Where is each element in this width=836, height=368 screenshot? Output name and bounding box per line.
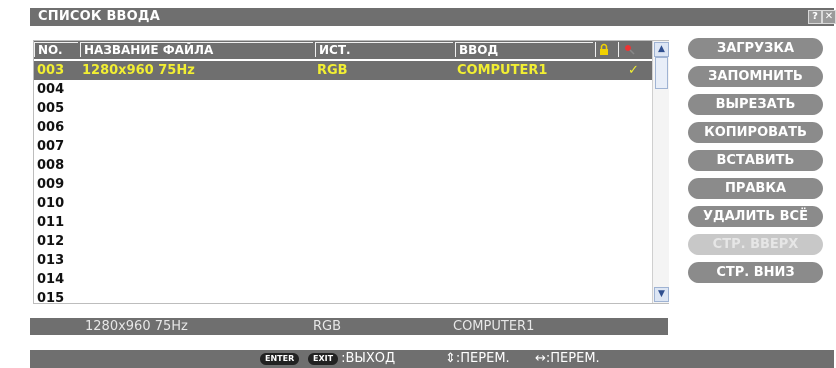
delete-all-button[interactable]: УДАЛИТЬ ВСЁ xyxy=(688,206,823,227)
table-row[interactable]: 007 xyxy=(34,137,652,156)
row-file-name: 1280x960 75Hz xyxy=(82,63,195,78)
exit-hint: :ВЫХОД xyxy=(341,351,396,366)
row-number: 010 xyxy=(37,196,65,211)
table-row[interactable]: 008 xyxy=(34,156,652,175)
scroll-thumb[interactable] xyxy=(655,57,668,89)
table-row[interactable]: 010 xyxy=(34,194,652,213)
status-bar: 1280x960 75Hz RGB COMPUTER1 xyxy=(30,318,668,335)
row-number: 008 xyxy=(37,158,65,173)
move-vertical-hint: ⇕:ПЕРЕМ. xyxy=(445,351,510,366)
help-icon[interactable]: ? xyxy=(808,10,822,24)
table-row[interactable]: 011 xyxy=(34,213,652,232)
header-source[interactable]: ИСТ. xyxy=(315,42,453,57)
row-number: 011 xyxy=(37,215,65,230)
row-source: RGB xyxy=(317,63,348,78)
title-bar: СПИСОК ВВОДА ? ✕ xyxy=(30,8,836,26)
row-number: 007 xyxy=(37,139,65,154)
table-row[interactable]: 005 xyxy=(34,99,652,118)
check-icon: ✓ xyxy=(628,63,639,78)
table-row[interactable]: 015 xyxy=(34,289,652,308)
paste-button[interactable]: ВСТАВИТЬ xyxy=(688,150,823,171)
save-button[interactable]: ЗАПОМНИТЬ xyxy=(688,66,823,87)
row-number: 004 xyxy=(37,82,65,97)
move-horizontal-hint: ↔:ПЕРЕМ. xyxy=(535,351,600,366)
help-footer: ENTER EXIT:ВЫХОД ⇕:ПЕРЕМ. ↔:ПЕРЕМ. xyxy=(30,350,834,368)
lock-icon[interactable] xyxy=(595,42,611,57)
window-title: СПИСОК ВВОДА xyxy=(38,9,160,24)
page-up-button[interactable]: СТР. ВВЕРХ xyxy=(688,234,823,255)
status-source: RGB xyxy=(313,319,342,334)
cut-button[interactable]: ВЫРЕЗАТЬ xyxy=(688,94,823,115)
copy-button[interactable]: КОПИРОВАТЬ xyxy=(688,122,823,143)
scrollbar[interactable]: ▲ ▼ xyxy=(652,41,669,303)
table-row[interactable]: 009 xyxy=(34,175,652,194)
row-number: 012 xyxy=(37,234,65,249)
row-number: 005 xyxy=(37,101,65,116)
scroll-up-icon[interactable]: ▲ xyxy=(654,42,669,57)
table-row[interactable]: 006 xyxy=(34,118,652,137)
table-row[interactable]: 004 xyxy=(34,80,652,99)
enter-key-icon: ENTER xyxy=(260,352,300,365)
row-number: 014 xyxy=(37,272,65,287)
row-input: COMPUTER1 xyxy=(457,63,548,78)
table-body: 003 1280x960 75Hz RGB COMPUTER1 ✓ 004 00… xyxy=(34,61,652,308)
row-number: 009 xyxy=(37,177,65,192)
table-row[interactable]: 013 xyxy=(34,251,652,270)
table-row[interactable]: 012 xyxy=(34,232,652,251)
row-number: 013 xyxy=(37,253,65,268)
row-number: 003 xyxy=(37,63,65,78)
header-file-name[interactable]: НАЗВАНИЕ ФАЙЛА xyxy=(80,42,313,57)
header-no[interactable]: NO. xyxy=(34,42,78,57)
header-input[interactable]: ВВОД xyxy=(455,42,593,57)
close-icon[interactable]: ✕ xyxy=(822,10,836,24)
edit-button[interactable]: ПРАВКА xyxy=(688,178,823,199)
scroll-down-icon[interactable]: ▼ xyxy=(654,287,669,302)
table-header: NO. НАЗВАНИЕ ФАЙЛА ИСТ. ВВОД xyxy=(34,41,652,59)
status-input: COMPUTER1 xyxy=(453,319,535,334)
exit-key-icon: EXIT xyxy=(308,352,339,365)
status-file: 1280x960 75Hz xyxy=(85,319,188,334)
row-number: 006 xyxy=(37,120,65,135)
table-row[interactable]: 014 xyxy=(34,270,652,289)
load-button[interactable]: ЗАГРУЗКА xyxy=(688,38,823,59)
entry-list[interactable]: NO. НАЗВАНИЕ ФАЙЛА ИСТ. ВВОД 003 1280x96… xyxy=(33,40,669,306)
row-number: 015 xyxy=(37,291,65,306)
protect-icon[interactable] xyxy=(618,42,640,57)
table-row[interactable]: 003 1280x960 75Hz RGB COMPUTER1 ✓ xyxy=(34,61,652,80)
action-buttons: ЗАГРУЗКА ЗАПОМНИТЬ ВЫРЕЗАТЬ КОПИРОВАТЬ В… xyxy=(688,38,823,290)
page-down-button[interactable]: СТР. ВНИЗ xyxy=(688,262,823,283)
